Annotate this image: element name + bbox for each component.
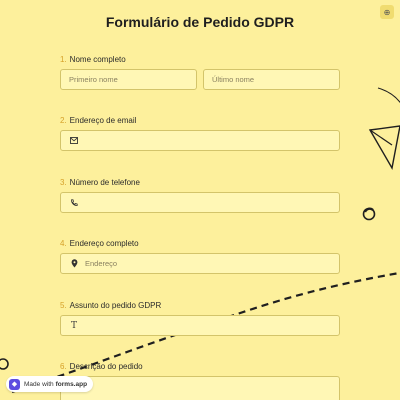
question-number: 2. (60, 116, 67, 125)
location-pin-icon (69, 259, 79, 269)
question-address: 4. Endereço completo Endereço (60, 238, 340, 274)
question-number: 6. (60, 362, 67, 371)
email-field[interactable] (60, 130, 340, 151)
question-number: 3. (60, 178, 67, 187)
phone-icon (69, 198, 79, 208)
forms-app-logo-icon: ◆ (9, 378, 20, 390)
question-label: 5. Assunto do pedido GDPR (60, 300, 340, 312)
translate-icon: ⊕ (383, 7, 391, 17)
question-label: 1. Nome completo (60, 54, 340, 66)
question-text: Assunto do pedido GDPR (69, 301, 162, 310)
made-with-badge[interactable]: ◆ Made with forms.app (6, 376, 94, 392)
address-placeholder: Endereço (85, 259, 118, 268)
badge-prefix: Made with (24, 380, 54, 388)
gdpr-subject-field[interactable]: T (60, 315, 340, 336)
question-label: 3. Número de telefone (60, 177, 340, 189)
text-t-icon: T (70, 320, 77, 331)
question-text: Endereço completo (69, 239, 139, 248)
question-number: 1. (60, 55, 67, 64)
question-text: Endereço de email (69, 116, 137, 125)
question-number: 5. (60, 301, 67, 310)
description-textarea[interactable] (60, 376, 340, 400)
question-text: Descrição do pedido (69, 362, 143, 371)
question-number: 4. (60, 239, 67, 248)
envelope-icon (69, 136, 79, 146)
question-gdpr-subject: 5. Assunto do pedido GDPR T (60, 300, 340, 336)
last-name-placeholder: Último nome (212, 75, 255, 84)
first-name-input[interactable]: Primeiro nome (60, 69, 197, 90)
question-label: 4. Endereço completo (60, 238, 340, 250)
form-title: Formulário de Pedido GDPR (105, 14, 295, 30)
form-page: Formulário de Pedido GDPR ⊕ 1. Nome compl… (0, 0, 400, 400)
badge-brand: forms.app (55, 380, 88, 388)
first-name-placeholder: Primeiro nome (69, 75, 118, 84)
last-name-input[interactable]: Último nome (203, 69, 340, 90)
question-full-name: 1. Nome completo Primeiro nome Último nom… (60, 54, 340, 90)
question-phone: 3. Número de telefone (60, 177, 340, 213)
phone-field[interactable] (60, 192, 340, 213)
question-email: 2. Endereço de email (60, 115, 340, 151)
question-text: Nome completo (69, 55, 126, 64)
translate-button[interactable]: ⊕ (380, 5, 394, 19)
question-label: 6. Descrição do pedido (60, 361, 340, 373)
question-label: 2. Endereço de email (60, 115, 340, 127)
address-field[interactable]: Endereço (60, 253, 340, 274)
question-description: 6. Descrição do pedido (60, 361, 340, 400)
question-text: Número de telefone (69, 178, 140, 187)
